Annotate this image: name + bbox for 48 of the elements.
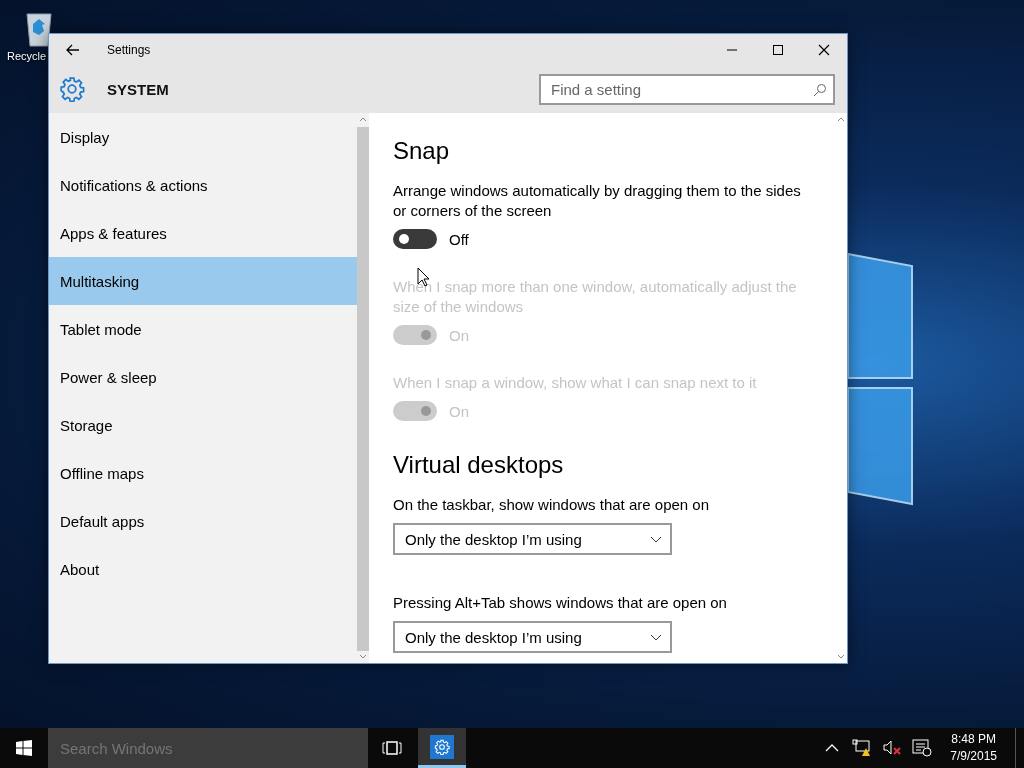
dropdown[interactable]: Only the desktop I’m using xyxy=(393,523,672,555)
chevron-up-icon[interactable] xyxy=(825,743,840,753)
settings-icon xyxy=(430,734,454,759)
toggle-state-label: On xyxy=(449,402,469,420)
toggle-switch[interactable] xyxy=(393,229,437,249)
scroll-up-icon[interactable] xyxy=(359,116,367,122)
setting-description: On the taskbar, show windows that are open on xyxy=(393,495,711,515)
window-title: Settings xyxy=(107,42,152,57)
back-arrow-icon xyxy=(66,43,80,56)
dropdown[interactable]: Only the desktop I’m using xyxy=(393,621,672,653)
sidebar-item[interactable]: Power & sleep xyxy=(49,353,357,401)
section-heading: Snap xyxy=(393,137,451,165)
setting-description: When I snap more than one window, automatically adjust the size of the windows xyxy=(393,277,798,317)
setting-description: Pressing Alt+Tab shows windows that are open on xyxy=(393,593,728,613)
sidebar-item[interactable]: Offline maps xyxy=(49,449,357,497)
notifications-icon[interactable] xyxy=(912,739,933,757)
sidebar-item[interactable]: Default apps xyxy=(49,497,357,545)
close-icon xyxy=(818,43,830,56)
maximize-icon xyxy=(772,43,784,56)
chevron-icon xyxy=(650,633,662,641)
search-field[interactable]: Find a setting xyxy=(539,73,835,105)
speaker-muted-icon[interactable] xyxy=(882,739,903,757)
windows-logo-icon xyxy=(16,740,32,756)
search-icon xyxy=(813,82,827,97)
settings-taskbar-button[interactable] xyxy=(418,728,466,768)
sidebar-item[interactable]: Notifications & actions xyxy=(49,161,357,209)
toggle-state-label: On xyxy=(449,326,469,344)
task-view-icon xyxy=(382,740,402,756)
scroll-down-icon[interactable] xyxy=(359,654,367,660)
setting-description: Arrange windows automatically by dragging them to the sides or corners of the screen xyxy=(393,181,802,221)
sidebar-item[interactable]: About xyxy=(49,545,357,593)
sidebar-item[interactable]: Display xyxy=(49,113,357,161)
desktop-icon-label[interactable]: Recycle xyxy=(7,50,47,62)
chevron-icon xyxy=(650,535,662,543)
clock[interactable]: 8:48 PM 7/9/2015 xyxy=(940,731,1009,765)
section-heading: Virtual desktops xyxy=(393,451,565,479)
scroll-down-icon[interactable] xyxy=(837,654,845,660)
page-header: SYSTEM xyxy=(107,80,170,98)
sidebar-item[interactable]: Apps & features xyxy=(49,209,357,257)
settings-icon xyxy=(59,76,85,102)
toggle-state-label: Off xyxy=(449,230,469,248)
setting-description: When I snap a window, show what I can snap next to it xyxy=(393,373,758,393)
sidebar-item[interactable]: Multitasking xyxy=(49,257,357,305)
sidebar-item[interactable]: Tablet mode xyxy=(49,305,357,353)
scroll-up-icon[interactable] xyxy=(837,116,845,122)
sidebar-item[interactable]: Storage xyxy=(49,401,357,449)
network-warning-icon[interactable] xyxy=(852,739,873,757)
taskbar-search-field[interactable]: Search Windows xyxy=(48,728,368,768)
